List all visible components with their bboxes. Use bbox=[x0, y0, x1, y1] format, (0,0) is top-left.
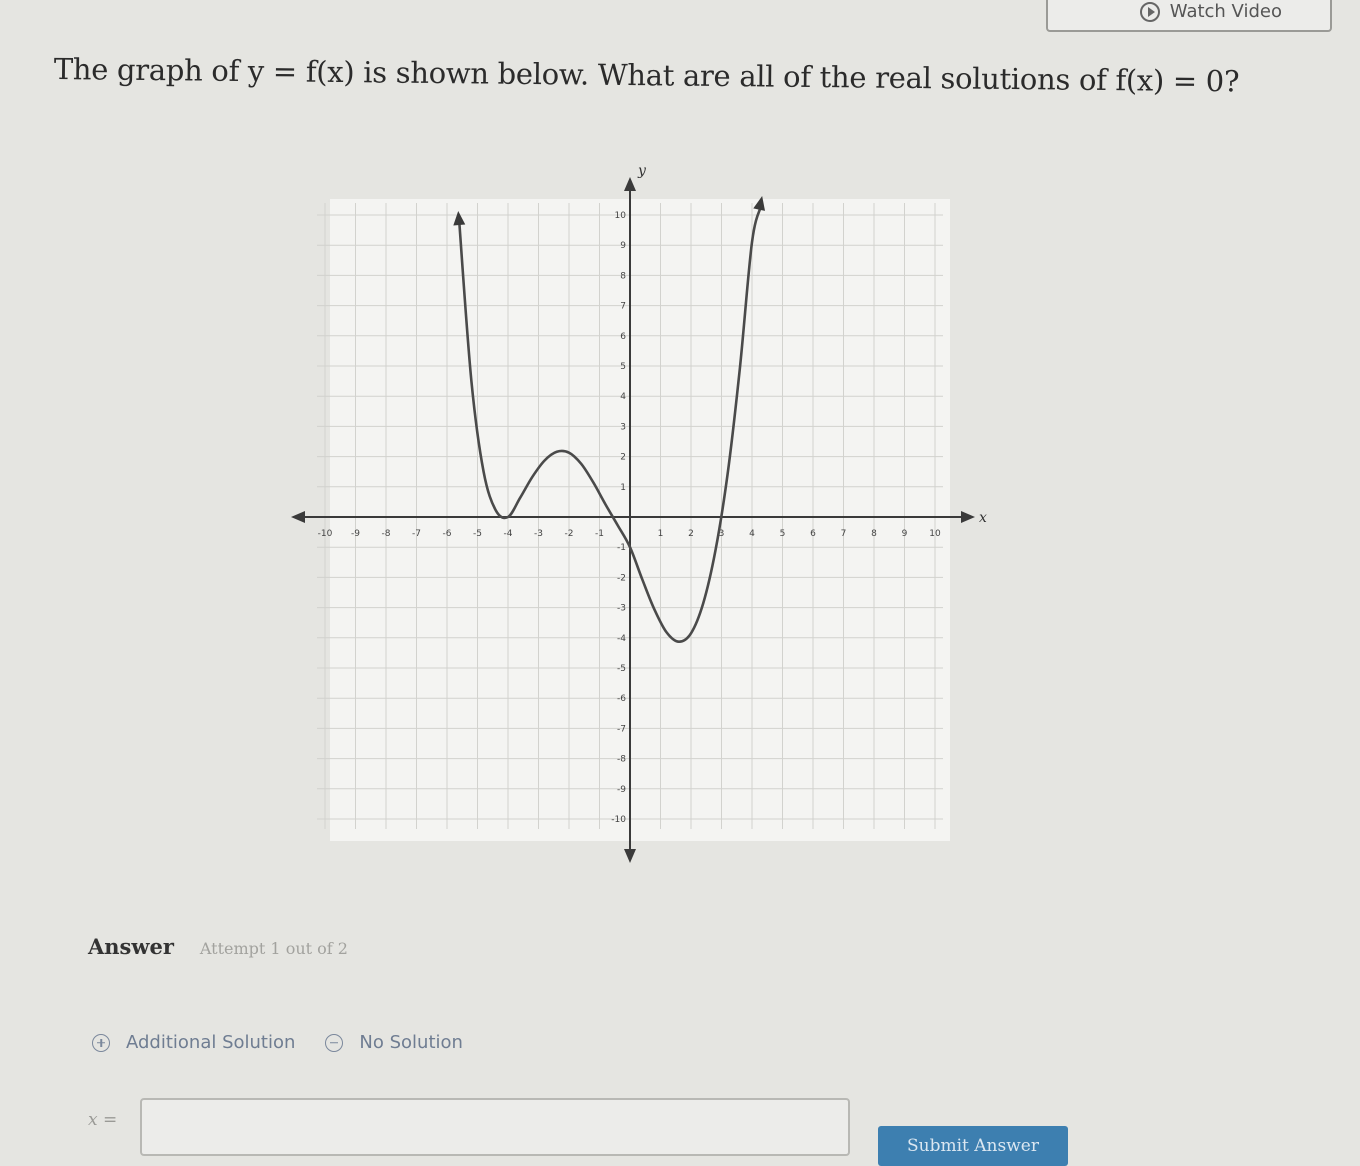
y-tick-label: 4 bbox=[620, 392, 626, 402]
x-tick-label: -3 bbox=[534, 529, 543, 539]
y-tick-label: -8 bbox=[617, 755, 626, 765]
y-axis-down-arrow-icon bbox=[624, 849, 636, 863]
x-tick-label: -2 bbox=[565, 529, 574, 539]
graph-background bbox=[330, 199, 950, 841]
y-tick-label: -7 bbox=[617, 724, 626, 734]
y-tick-label: -10 bbox=[611, 815, 626, 825]
x-equals-label: x = bbox=[88, 1110, 118, 1130]
x-tick-label: -8 bbox=[382, 529, 391, 539]
x-axis-left-arrow-icon bbox=[291, 511, 305, 523]
answer-input[interactable] bbox=[140, 1098, 850, 1156]
x-tick-label: 9 bbox=[902, 529, 908, 539]
submit-answer-button[interactable]: Submit Answer bbox=[878, 1126, 1068, 1166]
x-tick-label: -4 bbox=[504, 529, 513, 539]
y-tick-label: -6 bbox=[617, 694, 626, 704]
y-tick-label: 2 bbox=[620, 453, 626, 463]
x-tick-label: 8 bbox=[871, 529, 877, 539]
x-tick-label: 1 bbox=[658, 529, 664, 539]
function-graph: x y -10 -9 -8 -7 -6 -5 -4 -3 -2 -1 1 2 3 4 5 6 7 8 9 10 -10 -9… bbox=[291, 163, 987, 863]
plus-circle-icon bbox=[92, 1033, 110, 1052]
y-axis-up-arrow-icon bbox=[624, 177, 636, 191]
x-tick-label: 5 bbox=[780, 529, 786, 539]
y-tick-label: 6 bbox=[620, 332, 626, 342]
y-tick-label: -2 bbox=[617, 573, 626, 583]
x-tick-label: -1 bbox=[595, 529, 604, 539]
y-tick-label: 10 bbox=[615, 211, 627, 221]
x-axis-right-arrow-icon bbox=[961, 511, 975, 523]
y-tick-label: -5 bbox=[617, 664, 626, 674]
x-axis-label: x bbox=[979, 510, 987, 526]
attempt-counter: Attempt 1 out of 2 bbox=[199, 939, 348, 958]
x-tick-label: -5 bbox=[473, 529, 482, 539]
minus-circle-icon bbox=[325, 1033, 344, 1052]
y-tick-label: 8 bbox=[620, 271, 626, 281]
x-tick-label: 10 bbox=[929, 529, 941, 539]
x-tick-label: -7 bbox=[412, 529, 421, 539]
x-tick-label: 4 bbox=[749, 529, 755, 539]
x-tick-label: 6 bbox=[810, 529, 816, 539]
x-tick-label: -6 bbox=[443, 529, 452, 539]
y-tick-label: 5 bbox=[620, 362, 626, 372]
x-tick-label: -9 bbox=[351, 529, 360, 539]
x-tick-label: 2 bbox=[688, 529, 694, 539]
x-tick-label: 7 bbox=[841, 529, 847, 539]
additional-solution-button[interactable]: Additional Solution bbox=[92, 1032, 295, 1053]
y-axis-label: y bbox=[637, 163, 647, 179]
y-tick-label: -1 bbox=[617, 543, 626, 553]
additional-solution-label: Additional Solution bbox=[126, 1032, 296, 1053]
y-tick-label: -3 bbox=[617, 604, 626, 614]
y-tick-label: -9 bbox=[617, 785, 626, 795]
y-tick-label: -4 bbox=[617, 634, 626, 644]
no-solution-label: No Solution bbox=[359, 1032, 463, 1053]
y-tick-label: 7 bbox=[620, 302, 626, 312]
y-tick-label: 3 bbox=[620, 422, 626, 432]
answer-heading: Answer bbox=[88, 934, 174, 959]
x-tick-label: -10 bbox=[318, 529, 333, 539]
y-tick-label: 9 bbox=[620, 241, 626, 251]
no-solution-button[interactable]: No Solution bbox=[325, 1032, 463, 1053]
y-tick-label: 1 bbox=[620, 483, 626, 493]
